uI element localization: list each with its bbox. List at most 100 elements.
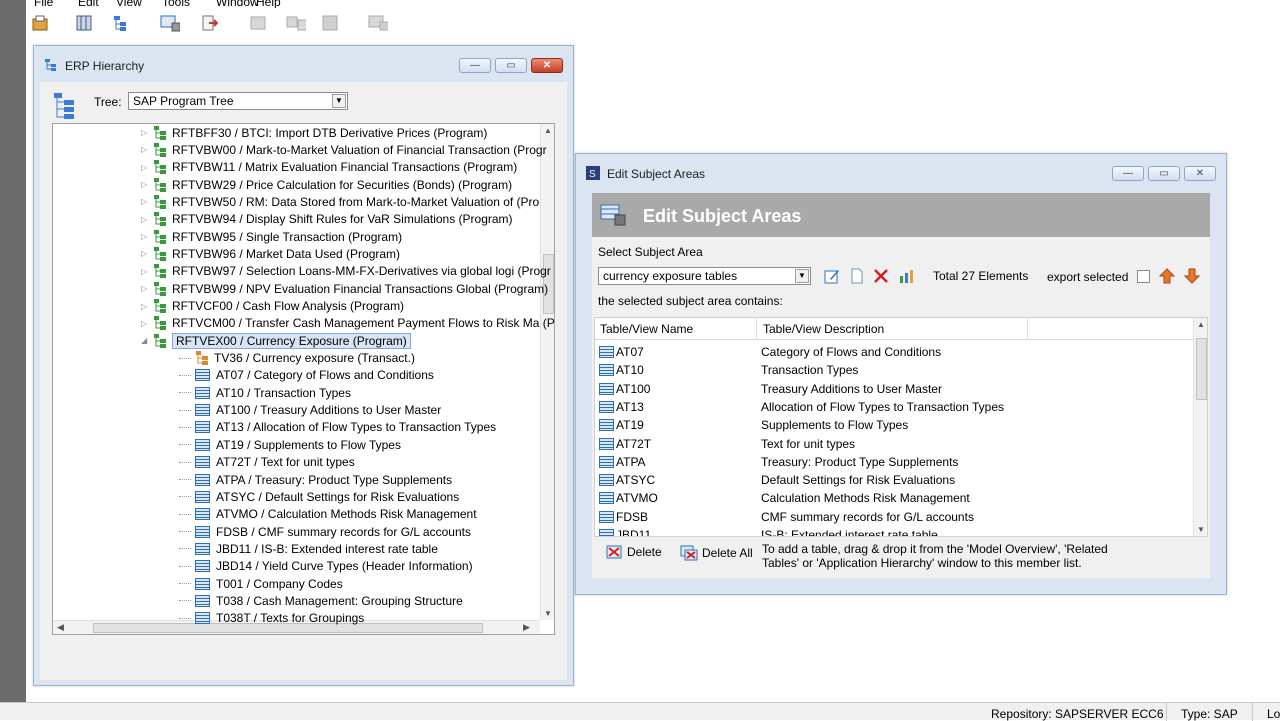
minimize-button[interactable]: — bbox=[459, 58, 491, 73]
new-document-icon[interactable] bbox=[849, 268, 865, 284]
tree-row[interactable]: ATSYC / Default Settings for Risk Evalua… bbox=[179, 488, 459, 505]
sort-icon[interactable] bbox=[898, 267, 916, 285]
tree-row[interactable]: AT72T / Text for unit types bbox=[179, 454, 355, 471]
scroll-down-icon[interactable]: ▼ bbox=[544, 609, 552, 618]
esa-title-bar[interactable]: S Edit Subject Areas — ▭ ✕ bbox=[576, 154, 1226, 190]
expand-arrow-icon[interactable]: ▷ bbox=[141, 302, 151, 311]
model-icon[interactable] bbox=[74, 13, 94, 33]
menu-help[interactable]: Help bbox=[256, 0, 281, 8]
tree-row[interactable]: ▷ RFTVBW97 / Selection Loans-MM-FX-Deriva… bbox=[141, 263, 551, 280]
expand-arrow-icon[interactable]: ▷ bbox=[141, 163, 151, 172]
expand-arrow-icon[interactable]: ▷ bbox=[141, 249, 151, 258]
maximize-button[interactable]: ▭ bbox=[495, 58, 527, 73]
table-row[interactable]: AT72T Text for unit types bbox=[599, 435, 1189, 453]
tree-select[interactable]: SAP Program Tree ▼ bbox=[128, 92, 348, 110]
table-row[interactable]: AT07 Category of Flows and Conditions bbox=[599, 343, 1189, 361]
delete-all-button[interactable]: Delete All bbox=[680, 545, 753, 561]
table-row[interactable]: FDSB CMF summary records for G/L accounts bbox=[599, 508, 1189, 526]
tree-row[interactable]: ▷ RFTBFF30 / BTCI: Import DTB Derivative … bbox=[141, 124, 487, 141]
expand-arrow-icon[interactable]: ▷ bbox=[141, 128, 151, 137]
delete-icon[interactable] bbox=[873, 268, 889, 284]
export-up-icon[interactable] bbox=[1158, 267, 1176, 285]
tree-row[interactable]: ▷ RFTVBW95 / Single Transaction (Program) bbox=[141, 228, 402, 245]
export-down-icon[interactable] bbox=[1183, 267, 1201, 285]
table-row[interactable]: AT19 Supplements to Flow Types bbox=[599, 416, 1189, 434]
tree-row[interactable]: AT13 / Allocation of Flow Types to Trans… bbox=[179, 419, 496, 436]
chevron-down-icon[interactable]: ▼ bbox=[795, 269, 809, 283]
tree-row[interactable]: ▷ RFTVBW00 / Mark-to-Market Valuation of … bbox=[141, 141, 547, 158]
menu-view[interactable]: View bbox=[116, 0, 142, 8]
tree-row[interactable]: ◢ RFTVEX00 / Currency Exposure (Program) bbox=[141, 332, 411, 349]
disabled-icon-1 bbox=[248, 13, 268, 33]
tree-row[interactable]: ▷ RFTVBW29 / Price Calculation for Securi… bbox=[141, 176, 512, 193]
tree-row-label: RFTVBW99 / NPV Evaluation Financial Tran… bbox=[172, 281, 549, 296]
menu-file[interactable]: File bbox=[34, 0, 53, 8]
column-header-name[interactable]: Table/View Name bbox=[600, 322, 693, 336]
tree-row[interactable]: TV36 / Currency exposure (Transact.) bbox=[179, 350, 415, 367]
tree-row[interactable]: AT100 / Treasury Additions to User Maste… bbox=[179, 402, 441, 419]
table-vertical-scrollbar[interactable]: ▲ ▼ bbox=[1193, 318, 1207, 536]
hierarchy-icon[interactable] bbox=[110, 13, 130, 33]
expand-arrow-icon[interactable]: ▷ bbox=[141, 232, 151, 241]
menu-edit[interactable]: Edit bbox=[78, 0, 99, 8]
tree-row[interactable]: ▷ RFTVCM00 / Transfer Cash Management Pay… bbox=[141, 315, 554, 332]
menu-tools[interactable]: Tools bbox=[162, 0, 190, 8]
chevron-down-icon[interactable]: ▼ bbox=[332, 94, 346, 108]
expand-arrow-icon[interactable]: ▷ bbox=[141, 197, 151, 206]
table-scroll-thumb[interactable] bbox=[1196, 338, 1207, 400]
tree-row[interactable]: ▷ RFTVBW11 / Matrix Evaluation Financial … bbox=[141, 159, 517, 176]
tree-row[interactable]: T001 / Company Codes bbox=[179, 575, 343, 592]
tree-row[interactable]: AT07 / Category of Flows and Conditions bbox=[179, 367, 434, 384]
tree-row[interactable]: ATVMO / Calculation Methods Risk Managem… bbox=[179, 506, 477, 523]
tree-row[interactable]: ATPA / Treasury: Product Type Supplement… bbox=[179, 471, 452, 488]
open-icon[interactable] bbox=[30, 13, 50, 33]
expand-arrow-icon[interactable]: ▷ bbox=[141, 267, 151, 276]
tree-vertical-scrollbar[interactable]: ▲ ▼ bbox=[540, 124, 554, 620]
tree-row[interactable]: T038T / Texts for Groupings bbox=[179, 610, 364, 627]
export-selected-checkbox[interactable] bbox=[1137, 270, 1150, 283]
edit-icon[interactable] bbox=[824, 268, 840, 284]
tree-row[interactable]: AT10 / Transaction Types bbox=[179, 384, 351, 401]
menu-window[interactable]: Window bbox=[216, 0, 259, 8]
table-row[interactable]: AT13 Allocation of Flow Types to Transact… bbox=[599, 398, 1189, 416]
scroll-up-icon[interactable]: ▲ bbox=[1197, 320, 1205, 329]
table-row[interactable]: ATVMO Calculation Methods Risk Management bbox=[599, 489, 1189, 507]
tree-row[interactable]: JBD11 / IS-B: Extended interest rate tab… bbox=[179, 540, 438, 557]
subject-area-select[interactable]: currency exposure tables ▼ bbox=[598, 267, 811, 285]
tree-row[interactable]: FDSB / CMF summary records for G/L accou… bbox=[179, 523, 471, 540]
table-row[interactable]: AT100 Treasury Additions to User Master bbox=[599, 380, 1189, 398]
subject-area-icon[interactable] bbox=[160, 13, 180, 33]
tree-row[interactable]: ▷ RFTVBW50 / RM: Data Stored from Mark-to… bbox=[141, 193, 539, 210]
tree-row[interactable]: ▷ RFTVBW96 / Market Data Used (Program) bbox=[141, 245, 400, 262]
expand-arrow-icon[interactable]: ▷ bbox=[141, 215, 151, 224]
tree-row[interactable]: ▷ RFTVBW94 / Display Shift Rules for VaR … bbox=[141, 211, 513, 228]
table-row[interactable]: AT10 Transaction Types bbox=[599, 361, 1189, 379]
scroll-up-icon[interactable]: ▲ bbox=[544, 126, 552, 135]
export-icon[interactable] bbox=[200, 13, 220, 33]
table-row[interactable]: ATSYC Default Settings for Risk Evaluatio… bbox=[599, 471, 1189, 489]
expand-arrow-icon[interactable]: ▷ bbox=[141, 319, 151, 328]
close-button[interactable]: ✕ bbox=[531, 58, 563, 73]
maximize-button[interactable]: ▭ bbox=[1148, 166, 1180, 181]
expand-arrow-icon[interactable]: ▷ bbox=[141, 145, 151, 154]
expanded-arrow-icon[interactable]: ◢ bbox=[141, 336, 151, 345]
tree-row[interactable]: AT19 / Supplements to Flow Types bbox=[179, 436, 401, 453]
close-button[interactable]: ✕ bbox=[1184, 166, 1216, 181]
expand-arrow-icon[interactable]: ▷ bbox=[141, 180, 151, 189]
tree-row[interactable]: T038 / Cash Management: Grouping Structu… bbox=[179, 592, 463, 609]
tree-row[interactable]: ▷ RFTVBW99 / NPV Evaluation Financial Tra… bbox=[141, 280, 548, 297]
column-header-description[interactable]: Table/View Description bbox=[763, 322, 884, 336]
tree-row[interactable]: JBD14 / Yield Curve Types (Header Inform… bbox=[179, 558, 473, 575]
scroll-left-icon[interactable]: ◀ bbox=[57, 622, 64, 633]
expand-arrow-icon[interactable]: ▷ bbox=[141, 284, 151, 293]
table-row[interactable]: JBD11 IS-B: Extended interest rate table bbox=[599, 526, 1189, 536]
tree-row[interactable]: ▷ RFTVCF00 / Cash Flow Analysis (Program) bbox=[141, 298, 404, 315]
scroll-down-icon[interactable]: ▼ bbox=[1197, 525, 1205, 534]
erp-title-bar[interactable]: ERP Hierarchy — ▭ ✕ bbox=[34, 46, 573, 82]
delete-all-icon bbox=[680, 545, 698, 561]
delete-button[interactable]: Delete bbox=[606, 545, 662, 559]
table-row[interactable]: ATPA Treasury: Product Type Supplements bbox=[599, 453, 1189, 471]
tree-row-label: RFTVBW96 / Market Data Used (Program) bbox=[172, 246, 401, 261]
scroll-right-icon[interactable]: ▶ bbox=[523, 622, 530, 633]
minimize-button[interactable]: — bbox=[1112, 166, 1144, 181]
